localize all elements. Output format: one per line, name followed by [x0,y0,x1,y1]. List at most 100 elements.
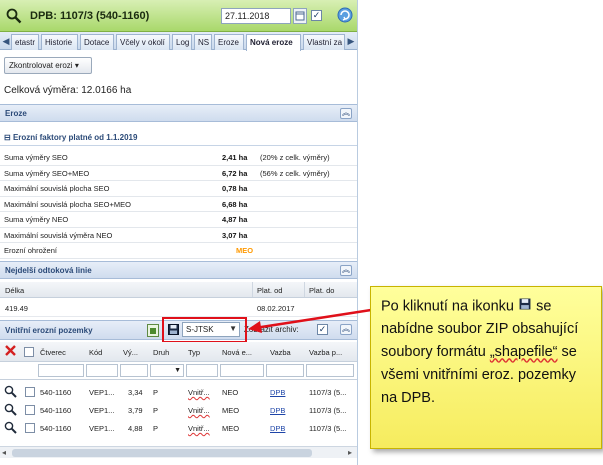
refresh-icon[interactable] [337,7,353,25]
tab-historie[interactable]: Historie [41,34,78,50]
filter-kod[interactable] [86,364,118,377]
factor-value: 6,72 ha [222,168,248,178]
tab-katastr[interactable]: etastr [11,34,39,50]
callout-arrow [248,308,372,333]
zoom-to-icon[interactable] [4,403,17,418]
col-plat-od[interactable]: Plat. od [257,286,282,295]
col-kod[interactable]: Kód [89,348,102,357]
filter-vazba-p[interactable] [306,364,354,377]
col-delka[interactable]: Délka [5,286,24,295]
cell-kod: VEP1... [89,424,115,433]
col-typ[interactable]: Typ [188,348,200,357]
tab-vcely[interactable]: Včely v okolí [116,34,170,50]
col-vazba-p[interactable]: Vazba p... [309,348,342,357]
date-checkbox[interactable]: ✓ [311,10,322,21]
factor-label: Suma výměry SEO+MEO [4,168,90,178]
table-row[interactable]: 540-1160 VEP1... 3,79 P Vnitř... MEO DPB… [0,401,357,419]
collapse-icon[interactable]: ︽ [340,265,352,276]
col-ctverec[interactable]: Čtverec [40,348,66,357]
cell-vymera: 3,34 [128,388,143,397]
calendar-icon[interactable] [293,8,307,24]
factor-label: Maximální souvislá výměra NEO [4,230,113,240]
cell-vymera: 4,88 [128,424,143,433]
factor-label: Maximální souvislá plocha SEO [4,184,110,193]
tab-scroll-left-icon[interactable]: ◀ [1,35,11,47]
tab-scroll-right-icon[interactable]: ▶ [346,35,356,47]
vazba-link[interactable]: DPB [270,424,285,433]
collapse-icon[interactable]: ︽ [340,108,352,119]
cell-nova: NEO [222,388,239,397]
tab-dotace[interactable]: Dotace [80,34,114,50]
col-vazba[interactable]: Vazba [270,348,291,357]
factor-value: 4,87 ha [222,215,248,224]
col-plat-do[interactable]: Plat. do [309,286,334,295]
factor-row: Maximální souvislá plocha SEO 0,78 ha [0,181,357,197]
cell-vazba-p: 1107/3 (5... [309,424,347,433]
delka-value: 419.49 [5,304,28,313]
eroze-section-header[interactable]: Eroze ︽ [0,104,357,122]
factor-row: Maximální souvislá výměra NEO 3,07 ha [0,228,357,243]
explanation-callout: Po kliknutí na ikonku se nabídne soubor … [370,286,602,449]
scroll-right-icon[interactable]: ▸ [348,448,352,457]
filter-druh-select[interactable]: ▼ [150,364,184,377]
table-row[interactable]: 540-1160 VEP1... 3,34 P Vnitř... NEO DPB… [0,383,357,401]
filter-vymera[interactable] [120,364,148,377]
vnitrni-section-title: Vnitřní erozní pozemky [5,326,93,335]
zkontrolovat-label: Zkontrolovat erozi [9,61,73,70]
zoom-to-icon[interactable] [4,421,17,436]
odtok-section-header[interactable]: Nejdelší odtoková linie ︽ [0,261,357,279]
zkontrolovat-erozi-button[interactable]: Zkontrolovat erozi ▾ [4,57,92,74]
col-druh[interactable]: Druh [153,348,169,357]
tab-log[interactable]: Log [172,34,192,50]
tab-eroze[interactable]: Eroze [214,34,244,50]
tab-nova-eroze[interactable]: Nová eroze [246,34,301,51]
filter-ctverec[interactable] [38,364,84,377]
factor-note: (56% z celk. výměry) [260,168,330,178]
factor-label: Maximální souvislá plocha SEO+MEO [4,199,131,209]
select-all-checkbox[interactable] [24,347,34,357]
date-field[interactable]: 27.11.2018 [221,8,291,24]
cell-kod: VEP1... [89,388,115,397]
callout-text-1: Po kliknutí na ikonku [381,298,514,315]
eroze-section-title: Eroze [5,109,27,118]
faktory-header[interactable]: ⊟ Erozní faktory platné od 1.1.2019 [0,130,357,146]
filter-typ[interactable] [186,364,218,377]
horizontal-scrollbar[interactable]: ◂ ▸ [0,446,357,458]
col-nova-eroze[interactable]: Nová e... [222,348,252,357]
odtok-section-title: Nejdelší odtoková linie [5,266,92,275]
vazba-link[interactable]: DPB [270,406,285,415]
factor-row: Erozní ohrožení MEO [0,243,357,259]
cell-vazba-p: 1107/3 (5... [309,406,347,415]
filter-row: ▼ [0,362,357,380]
factor-value: 0,78 ha [222,184,248,193]
erozni-ohrozeni-value: MEO [236,246,254,255]
search-icon[interactable] [6,8,22,26]
filter-vazba[interactable] [266,364,304,377]
cell-typ: Vnitř... [188,406,210,415]
factor-note: (20% z celk. výměry) [260,153,330,162]
dpb-detail-panel: DPB: 1107/3 (540-1160) 27.11.2018 ✓ ◀ et… [0,0,358,465]
vazba-link[interactable]: DPB [270,388,285,397]
row-checkbox[interactable] [25,423,35,433]
scroll-left-icon[interactable]: ◂ [2,448,6,457]
tab-vlastni[interactable]: Vlastní za [303,34,345,50]
faktory-title: ⊟ Erozní faktory platné od 1.1.2019 [4,133,138,142]
scrollbar-thumb[interactable] [12,449,312,457]
odtok-grid-header: Délka Plat. od Plat. do [0,282,357,298]
delete-icon[interactable] [5,345,16,358]
zoom-to-icon[interactable] [4,385,17,400]
callout-shapefile: „shapefile“ [489,344,558,361]
tab-ns[interactable]: NS [194,34,212,50]
cell-vymera: 3,79 [128,406,143,415]
table-row[interactable]: 540-1160 VEP1... 4,88 P Vnitř... MEO DPB… [0,419,357,437]
cell-vazba-p: 1107/3 (5... [309,388,347,397]
filter-nova[interactable] [220,364,264,377]
col-vymera[interactable]: Vý... [123,348,138,357]
cell-ctverec: 540-1160 [40,406,72,415]
row-checkbox[interactable] [25,405,35,415]
factor-label: Suma výměry SEO [4,153,68,162]
row-checkbox[interactable] [25,387,35,397]
factor-value: 6,68 ha [222,199,248,209]
excel-export-icon[interactable] [147,324,159,337]
cell-druh: P [153,424,159,433]
